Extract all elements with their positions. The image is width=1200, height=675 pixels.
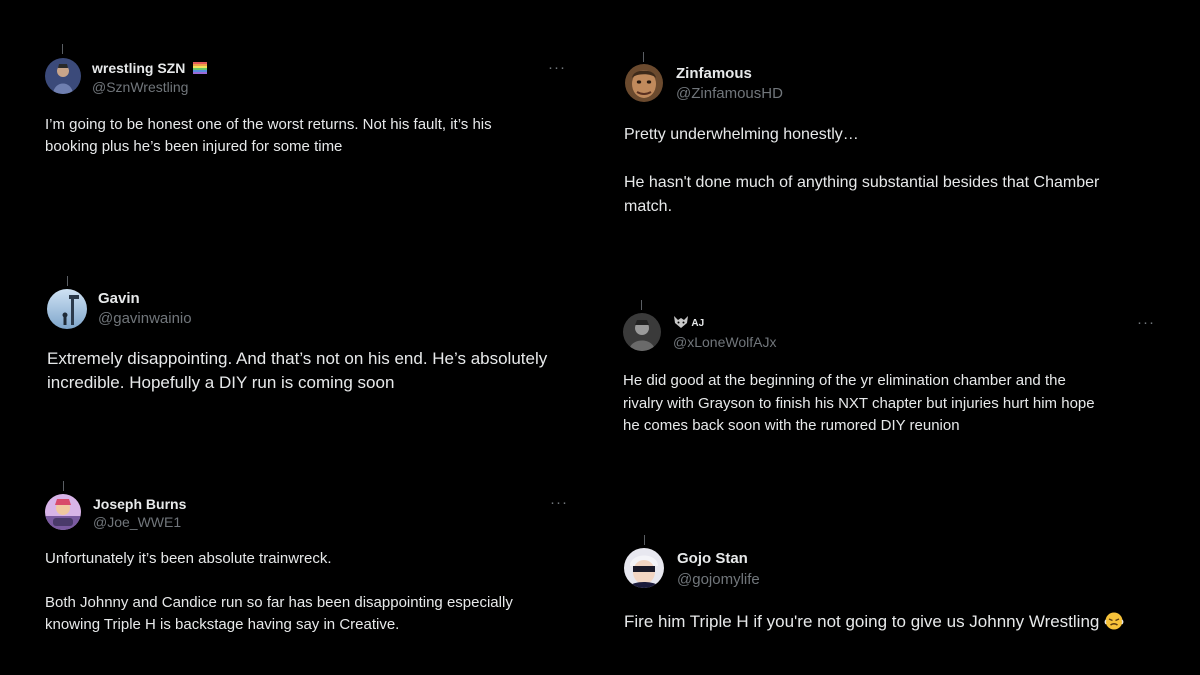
thread-line — [644, 535, 645, 545]
display-name[interactable]: Gavin — [98, 290, 140, 307]
avatar[interactable] — [45, 58, 81, 94]
face-avatar-icon — [625, 64, 663, 102]
avatar[interactable] — [624, 548, 664, 588]
steaming-face-emoji-icon — [1104, 612, 1124, 630]
flag-badge-icon — [193, 62, 208, 74]
wrestler-avatar-icon — [45, 58, 81, 94]
thread-line — [641, 300, 642, 310]
post-text: Pretty underwhelming honestly… He hasn't… — [624, 126, 1100, 215]
post-text: Extremely disappointing. And that’s not … — [47, 349, 548, 392]
post-text: I’m going to be honest one of the worst … — [45, 116, 492, 155]
user-handle[interactable]: @gavinwainio — [98, 310, 192, 327]
sky-avatar-icon — [47, 289, 87, 329]
thread-line — [67, 276, 68, 286]
display-name[interactable]: Zinfamous — [676, 65, 752, 82]
thread-line — [63, 481, 64, 491]
gray-avatar-icon — [623, 313, 661, 351]
user-handle[interactable]: @SznWrestling — [92, 79, 188, 95]
display-name[interactable]: Gojo Stan — [677, 550, 748, 567]
post-text: Unfortunately it’s been absolute trainwr… — [45, 550, 513, 633]
user-handle[interactable]: @xLoneWolfAJx — [673, 334, 776, 350]
user-handle[interactable]: @gojomylife — [677, 571, 760, 588]
post-text: Fire him Triple H if you're not going to… — [624, 612, 1100, 631]
avatar[interactable] — [45, 494, 81, 530]
user-handle[interactable]: @ZinfamousHD — [676, 85, 783, 102]
post-text: He did good at the beginning of the yr e… — [623, 372, 1095, 434]
avatar[interactable] — [623, 313, 661, 351]
cartoon-avatar-icon — [45, 494, 81, 530]
thread-line — [643, 52, 644, 62]
more-options-icon[interactable]: ··· — [1137, 315, 1155, 330]
thread-line — [62, 44, 63, 54]
anime-avatar-icon — [624, 548, 664, 588]
more-options-icon[interactable]: ··· — [548, 60, 566, 75]
display-name[interactable]: Joseph Burns — [93, 496, 186, 512]
wolf-icon — [674, 316, 688, 328]
user-handle[interactable]: @Joe_WWE1 — [93, 514, 181, 530]
display-name[interactable]: wrestling SZN — [92, 60, 185, 76]
avatar[interactable] — [47, 289, 87, 329]
display-name[interactable]: AJ — [691, 318, 704, 329]
more-options-icon[interactable]: ··· — [550, 495, 568, 510]
avatar[interactable] — [625, 64, 663, 102]
